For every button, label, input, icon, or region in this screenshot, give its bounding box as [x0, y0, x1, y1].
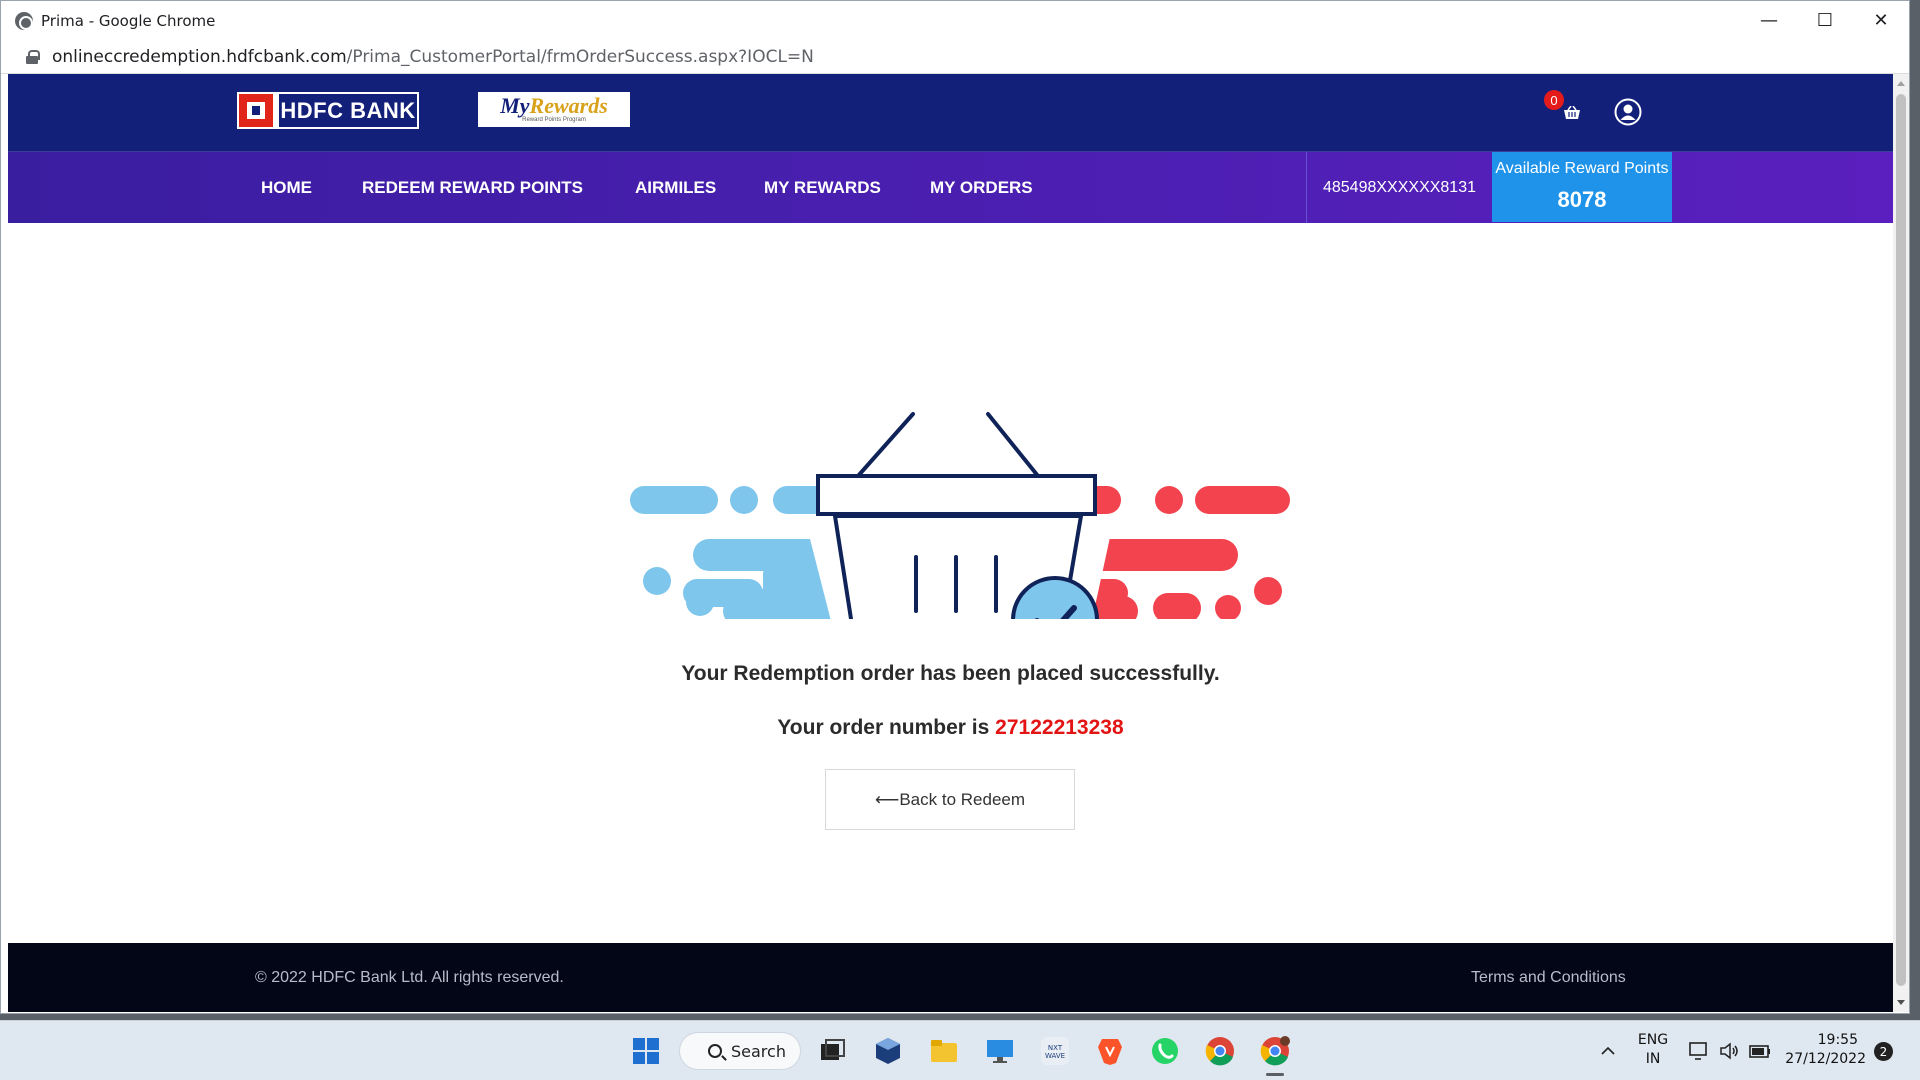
nav-item-redeem-reward-points[interactable]: REDEEM REWARD POINTS — [362, 152, 583, 223]
nav-item-home[interactable]: HOME — [261, 152, 312, 223]
reward-points-value: 8078 — [1557, 187, 1607, 212]
nxtwave-icon[interactable]: NXTWAVE — [1039, 1035, 1071, 1067]
cart-count-badge: 0 — [1544, 90, 1564, 110]
svg-text:WAVE: WAVE — [1045, 1052, 1065, 1060]
brave-browser-icon[interactable] — [1094, 1035, 1126, 1067]
windows-start-icon[interactable] — [630, 1035, 662, 1067]
maximize-button[interactable]: ☐ — [1797, 1, 1853, 40]
taskbar-search-label: Search — [731, 1041, 786, 1061]
chrome-icon[interactable] — [1204, 1035, 1236, 1067]
nav-item-my-rewards[interactable]: MY REWARDS — [764, 152, 881, 223]
volume-icon[interactable] — [1718, 1041, 1740, 1061]
success-message: Your Redemption order has been placed su… — [681, 662, 1220, 685]
order-number-prefix: Your order number is — [777, 716, 990, 739]
notification-badge[interactable]: 2 — [1874, 1042, 1893, 1061]
active-app-indicator — [1266, 1073, 1284, 1076]
title-bar: Prima - Google Chrome — ☐ ✕ — [1, 1, 1909, 40]
windows-taskbar: Search NXT WAVE ENG IN 19:55 27/12/2022 … — [0, 1020, 1920, 1080]
virtualbox-icon[interactable] — [872, 1035, 904, 1067]
footer-copyright: © 2022 HDFC Bank Ltd. All rights reserve… — [255, 969, 564, 986]
taskbar-search[interactable]: Search — [679, 1032, 801, 1070]
scrollbar-thumb[interactable] — [1896, 94, 1906, 986]
page-viewport: HDFC BANK MyRewards Reward Points Progra… — [8, 74, 1893, 1012]
battery-icon[interactable] — [1748, 1041, 1772, 1061]
myrewards-logo-subtitle: Reward Points Program — [522, 117, 586, 123]
reward-points-label: Available Reward Points — [1495, 160, 1669, 177]
page-favicon-icon — [15, 11, 33, 30]
order-number-line: Your order number is 27122213238 — [8, 716, 1893, 740]
terms-and-conditions-link[interactable]: Terms and Conditions — [1471, 969, 1626, 987]
task-view-icon[interactable] — [816, 1035, 848, 1067]
order-number: 27122213238 — [995, 716, 1124, 739]
minimize-button[interactable]: — — [1741, 1, 1797, 40]
scroll-up-arrow-icon[interactable] — [1897, 81, 1905, 86]
page-scrollbar[interactable] — [1893, 74, 1909, 1012]
back-to-redeem-button[interactable]: ⟵Back to Redeem — [825, 769, 1075, 830]
available-reward-points-box: Available Reward Points 8078 — [1492, 152, 1672, 222]
remote-desktop-icon[interactable] — [984, 1035, 1016, 1067]
network-icon[interactable] — [1688, 1041, 1710, 1061]
chrome-profile-icon[interactable] — [1259, 1035, 1291, 1067]
clock-date: 27/12/2022 — [1785, 1051, 1866, 1067]
user-icon[interactable] — [1614, 98, 1642, 126]
myrewards-logo-title: MyRewards — [500, 93, 608, 118]
nav-item-airmiles[interactable]: AIRMILES — [635, 152, 716, 223]
site-header: HDFC BANK MyRewards Reward Points Progra… — [8, 74, 1893, 152]
main-nav: HOME REDEEM REWARD POINTS AIRMILES MY RE… — [8, 152, 1893, 223]
url-host[interactable]: onlineccredemption.hdfcbank.com — [52, 47, 347, 67]
whatsapp-icon[interactable] — [1149, 1035, 1181, 1067]
cart-icon — [1564, 106, 1580, 119]
card-number: 485498XXXXXX8131 — [1306, 152, 1492, 223]
clock[interactable]: 19:55 27/12/2022 — [1780, 1031, 1870, 1069]
svg-text:NXT: NXT — [1048, 1044, 1063, 1052]
myrewards-logo[interactable]: MyRewards Reward Points Program — [478, 92, 630, 127]
window-controls: — ☐ ✕ — [1741, 1, 1909, 40]
close-button[interactable]: ✕ — [1853, 1, 1909, 40]
hdfc-logo-text: HDFC BANK — [279, 94, 417, 127]
chevron-up-icon[interactable] — [1600, 1043, 1616, 1059]
hdfc-bank-logo[interactable]: HDFC BANK — [237, 92, 419, 129]
site-footer: © 2022 HDFC Bank Ltd. All rights reserve… — [8, 943, 1893, 1012]
hdfc-logo-mark-icon — [239, 94, 273, 127]
lock-icon[interactable] — [26, 49, 40, 64]
shopping-basket-check-icon — [630, 412, 1290, 619]
window-title: Prima - Google Chrome — [41, 11, 216, 30]
address-bar[interactable]: onlineccredemption.hdfcbank.com/Prima_Cu… — [1, 40, 1909, 74]
language-indicator[interactable]: ENG IN — [1636, 1031, 1670, 1069]
search-icon — [708, 1044, 722, 1058]
nav-item-my-orders[interactable]: MY ORDERS — [930, 152, 1033, 223]
scroll-down-arrow-icon[interactable] — [1897, 1000, 1905, 1005]
file-explorer-icon[interactable] — [928, 1035, 960, 1067]
clock-time: 19:55 — [1817, 1032, 1858, 1048]
url-path[interactable]: /Prima_CustomerPortal/frmOrderSuccess.as… — [347, 47, 814, 67]
